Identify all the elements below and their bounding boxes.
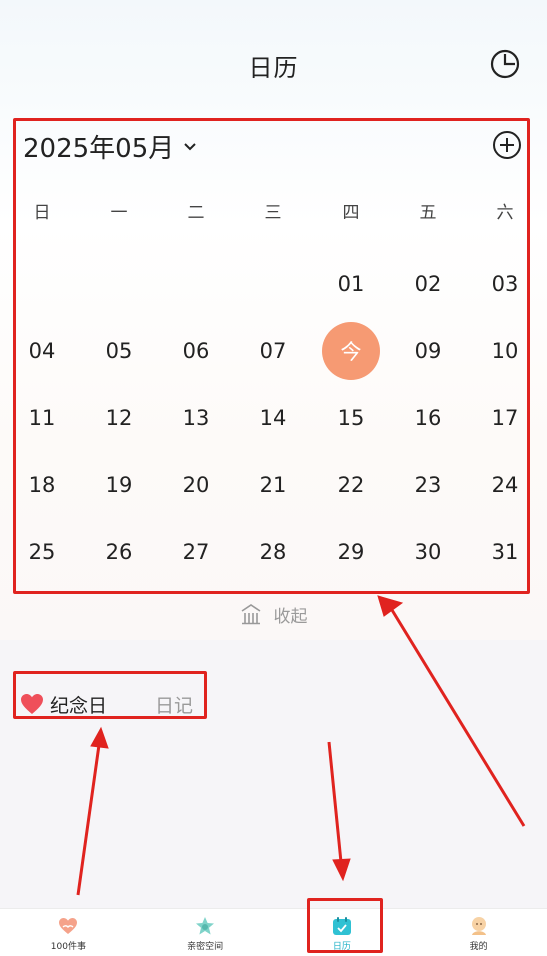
nav-label: 我的 [469,942,488,952]
nav-label: 日历 [332,942,351,952]
day-cell[interactable]: 31 [476,523,534,581]
day-cell[interactable]: 25 [13,523,71,581]
day-cell[interactable]: 15 [322,389,380,447]
star-icon [196,917,215,935]
weekday-label: 一 [110,203,128,223]
nav-item-100-things[interactable]: 100件事 [0,909,137,956]
tab-diary[interactable]: 日记 [155,691,193,718]
day-cell[interactable]: 14 [244,389,302,447]
nav-item-intimate-space[interactable]: 亲密空间 [137,909,274,956]
avatar-icon [471,917,486,935]
nav-label: 100件事 [50,942,86,952]
day-cell[interactable]: 29 [322,523,380,581]
day-cell[interactable]: 19 [90,456,148,514]
day-cell[interactable]: 26 [90,523,148,581]
day-cell[interactable]: 06 [167,322,225,380]
calendar-icon [332,917,351,935]
page-title: 日历 [248,53,299,82]
heart-hands-icon [59,918,78,934]
day-cell[interactable]: 01 [322,255,380,313]
events-panel [0,640,547,908]
calendar: 2025年05月 日一二三四五六 01 02 03 04 05 06 07 今 09 10 11 12… [13,118,530,594]
day-cell[interactable]: 13 [167,389,225,447]
chevron-down-icon [184,142,196,150]
weekday-label: 二 [187,203,205,223]
day-cell[interactable]: 16 [399,389,457,447]
event-tabs: 纪念日 日记 [20,688,193,720]
collapse-icon [241,604,260,625]
weekday-label: 四 [342,203,360,223]
day-cell[interactable]: 10 [476,322,534,380]
month-selector[interactable]: 2025年05月 [23,128,198,165]
weekday-label: 日 [33,203,51,223]
day-cell[interactable]: 22 [322,456,380,514]
day-cell[interactable]: 28 [244,523,302,581]
heart-icon [21,694,43,714]
day-cell[interactable]: 03 [476,255,534,313]
nav-item-mine[interactable]: 我的 [410,909,547,956]
nav-item-calendar[interactable]: 日历 [274,909,411,956]
day-cell[interactable]: 02 [399,255,457,313]
day-cell[interactable]: 04 [13,322,71,380]
day-cell-today[interactable]: 今 [322,322,380,380]
weekday-label: 三 [264,203,282,223]
nav-label: 亲密空间 [187,942,224,952]
day-cell[interactable]: 17 [476,389,534,447]
day-cell[interactable]: 27 [167,523,225,581]
day-cell[interactable]: 09 [399,322,457,380]
collapse-label: 收起 [273,606,308,627]
add-icon[interactable] [492,130,522,160]
day-cell[interactable]: 12 [90,389,148,447]
weekday-label: 六 [496,203,514,223]
tab-anniversary[interactable]: 纪念日 [50,691,107,718]
day-cell[interactable]: 30 [399,523,457,581]
bottom-nav: 100件事 亲密空间 日历 我的 [0,908,547,956]
day-cell[interactable]: 18 [13,456,71,514]
day-cell[interactable]: 24 [476,456,534,514]
weekday-header: 日一二三四五六 [13,198,530,223]
day-cell[interactable]: 07 [244,322,302,380]
pie-chart-icon[interactable] [489,48,521,80]
day-cell[interactable]: 05 [90,322,148,380]
day-cell[interactable]: 20 [167,456,225,514]
collapse-button[interactable]: 收起 [0,598,547,630]
month-label: 2025年05月 [23,134,175,164]
day-cell[interactable]: 11 [13,389,71,447]
day-cell[interactable]: 23 [399,456,457,514]
app-root: 日历 2025年05月 日 一 二 三 四 五 六 01 02 03 04 05 06 07 今 09 10 1… [0,0,547,956]
weekday-label: 五 [419,203,437,223]
day-cell[interactable]: 21 [244,456,302,514]
header: 日历 [0,40,547,90]
